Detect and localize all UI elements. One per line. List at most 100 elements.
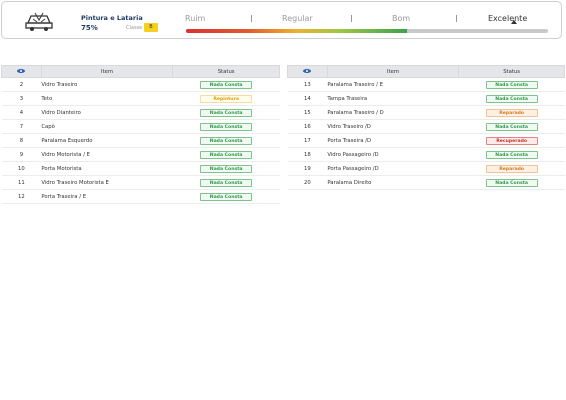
row-status: Reparado (458, 161, 565, 176)
status-badge: Nada Consta (200, 80, 253, 89)
status-badge: Nada Consta (200, 108, 253, 117)
row-item: Paralama Traseiro / E (327, 77, 459, 92)
eye-column-header[interactable] (1, 65, 42, 78)
status-badge: Nada Consta (485, 80, 538, 89)
row-status: Nada Consta (172, 105, 280, 120)
row-item: Tampa Traseira (327, 91, 459, 106)
row-number: 4 (1, 105, 42, 120)
row-status: Nada Consta (172, 77, 280, 92)
row-number: 8 (1, 133, 42, 148)
status-badge: Nada Consta (200, 150, 253, 159)
table-row[interactable]: 17 Porta Traseira /D Recuperado (287, 133, 565, 148)
quality-progress-bar (186, 29, 548, 33)
scale-separator (251, 15, 252, 22)
status-badge: Recuperado (485, 136, 538, 145)
row-number: 18 (287, 147, 328, 162)
table-row[interactable]: 11 Vidro Traseiro Motorista E Nada Consta (1, 175, 280, 190)
row-number: 13 (287, 77, 328, 92)
row-item: Capô (41, 119, 173, 134)
eye-column-header[interactable] (287, 65, 328, 78)
row-number: 3 (1, 91, 42, 106)
row-item: Porta Passageiro /D (327, 161, 459, 176)
status-badge: Nada Consta (200, 178, 253, 187)
status-badge: Nada Consta (200, 136, 253, 145)
row-item: Paralama Esquerdo (41, 133, 173, 148)
status-badge: Nada Consta (485, 94, 538, 103)
scale-separator (456, 15, 457, 22)
status-badge: Nada Consta (200, 122, 253, 131)
row-number: 2 (1, 77, 42, 92)
table-row[interactable]: 8 Paralama Esquerdo Nada Consta (1, 133, 280, 148)
row-status: Nada Consta (172, 161, 280, 176)
row-status: Nada Consta (458, 147, 565, 162)
row-number: 17 (287, 133, 328, 148)
row-number: 12 (1, 189, 42, 204)
status-badge: Nada Consta (200, 192, 253, 201)
row-item: Vidro Dianteiro (41, 105, 173, 120)
car-damage-icon (25, 12, 53, 31)
table-row[interactable]: 13 Paralama Traseiro / E Nada Consta (287, 77, 565, 92)
table-row[interactable]: 20 Paralama Direito Nada Consta (287, 175, 565, 190)
row-item: Vidro Traseiro (41, 77, 173, 92)
row-item: Teto (41, 91, 173, 106)
row-status: Nada Consta (458, 175, 565, 190)
row-status: Nada Consta (172, 133, 280, 148)
category-percent: 75% (81, 24, 98, 32)
row-item: Vidro Traseiro /D (327, 119, 459, 134)
items-table-left-body: 2 Vidro Traseiro Nada Consta 3 Teto Repintura… (1, 77, 280, 204)
scale-separator (351, 15, 352, 22)
status-column-header: Status (458, 65, 565, 78)
scale-label-ruim: Ruim (185, 14, 206, 23)
row-status: Nada Consta (172, 147, 280, 162)
row-item: Vidro Motorista / E (41, 147, 173, 162)
status-badge: Nada Consta (485, 178, 538, 187)
eye-icon[interactable] (17, 69, 26, 73)
row-number: 11 (1, 175, 42, 190)
row-status: Nada Consta (458, 91, 565, 106)
row-number: 10 (1, 161, 42, 176)
status-badge: Nada Consta (485, 122, 538, 131)
table-row[interactable]: 19 Porta Passageiro /D Reparado (287, 161, 565, 176)
row-number: 15 (287, 105, 328, 120)
status-badge: Repintura (200, 94, 253, 103)
eye-icon[interactable] (303, 69, 312, 73)
row-status: Nada Consta (458, 119, 565, 134)
items-table-right: Item Status 13 Paralama Traseiro / E Nada … (287, 65, 565, 190)
table-row[interactable]: 7 Capô Nada Consta (1, 119, 280, 134)
row-item: Vidro Traseiro Motorista E (41, 175, 173, 190)
category-title: Pintura e Lataria (81, 14, 143, 22)
row-number: 19 (287, 161, 328, 176)
row-number: 9 (1, 147, 42, 162)
row-number: 16 (287, 119, 328, 134)
classe-label: Classe (126, 25, 143, 31)
scale-label-regular: Regular (282, 14, 313, 23)
item-column-header: Item (326, 65, 460, 78)
quality-progress-fill (186, 29, 407, 33)
table-row[interactable]: 3 Teto Repintura (1, 91, 280, 106)
scale-label-excelente: Excelente (488, 14, 528, 23)
row-status: Nada Consta (172, 175, 280, 190)
table-row[interactable]: 18 Vidro Passageiro /D Nada Consta (287, 147, 565, 162)
table-row[interactable]: 2 Vidro Traseiro Nada Consta (1, 77, 280, 92)
status-column-header: Status (172, 65, 280, 78)
table-row[interactable]: 16 Vidro Traseiro /D Nada Consta (287, 119, 565, 134)
table-row[interactable]: 12 Porta Traseira / E Nada Consta (1, 189, 280, 204)
row-status: Nada Consta (458, 77, 565, 92)
table-row[interactable]: 9 Vidro Motorista / E Nada Consta (1, 147, 280, 162)
table-row[interactable]: 14 Tampa Traseira Nada Consta (287, 91, 565, 106)
row-item: Paralama Traseiro / D (327, 105, 459, 120)
row-number: 14 (287, 91, 328, 106)
table-row[interactable]: 4 Vidro Dianteiro Nada Consta (1, 105, 280, 120)
table-row[interactable]: 15 Paralama Traseiro / D Reparado (287, 105, 565, 120)
row-status: Recuperado (458, 133, 565, 148)
row-item: Porta Motorista (41, 161, 173, 176)
row-item: Vidro Passageiro /D (327, 147, 459, 162)
status-badge: Reparado (485, 108, 538, 117)
row-item: Paralama Direito (327, 175, 459, 190)
items-table-right-body: 13 Paralama Traseiro / E Nada Consta 14 Tamp… (287, 77, 565, 190)
row-status: Repintura (172, 91, 280, 106)
row-number: 7 (1, 119, 42, 134)
table-row[interactable]: 10 Porta Motorista Nada Consta (1, 161, 280, 176)
row-item: Porta Traseira / E (41, 189, 173, 204)
row-item: Porta Traseira /D (327, 133, 459, 148)
